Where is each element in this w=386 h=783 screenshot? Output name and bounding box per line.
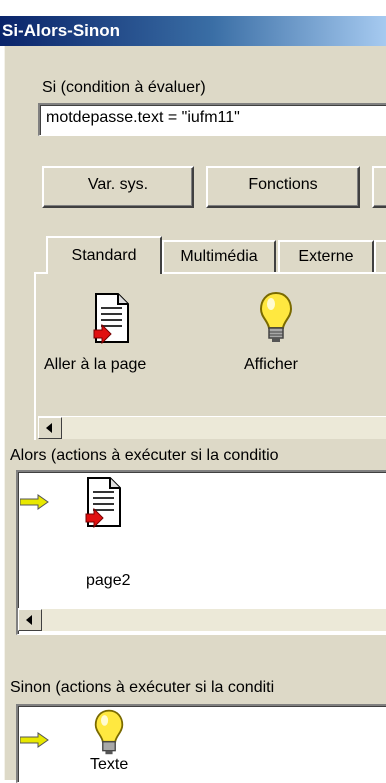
condition-label: Si (condition à évaluer) <box>42 79 206 96</box>
page-link-icon[interactable] <box>92 292 132 349</box>
palette-item-label: Aller à la page <box>44 356 147 373</box>
tab-more[interactable] <box>374 240 386 274</box>
page-link-icon[interactable] <box>84 476 124 533</box>
lightbulb-icon[interactable] <box>92 708 126 761</box>
tab-externe[interactable]: Externe <box>278 240 374 274</box>
yellow-arrow-icon <box>20 494 49 510</box>
scroll-left-arrow-icon[interactable] <box>18 609 42 631</box>
sinon-actions-list[interactable]: Texte <box>16 704 386 783</box>
alors-actions-list[interactable]: page2 <box>16 470 386 635</box>
palette-item-label: Afficher <box>244 356 298 373</box>
palette-scrollbar[interactable] <box>38 416 386 439</box>
title-bar[interactable]: Si-Alors-Sinon <box>0 16 386 46</box>
window-title: Si-Alors-Sinon <box>2 21 121 40</box>
fonctions-button[interactable]: Fonctions <box>206 166 360 208</box>
alors-label: Alors (actions à exécuter si la conditio <box>10 447 279 464</box>
action-label: Texte <box>90 756 129 773</box>
condition-input[interactable]: motdepasse.text = "iufm11" <box>38 103 386 136</box>
yellow-arrow-icon <box>20 732 49 748</box>
var-sys-button[interactable]: Var. sys. <box>42 166 194 208</box>
alors-scrollbar[interactable] <box>18 608 386 631</box>
more-button[interactable] <box>372 166 386 208</box>
lightbulb-icon[interactable] <box>258 290 294 349</box>
tab-standard[interactable]: Standard <box>46 236 162 274</box>
condition-text: motdepasse.text = "iufm11" <box>46 109 240 126</box>
action-label: page2 <box>86 572 131 589</box>
tab-multimedia[interactable]: Multimédia <box>162 240 276 274</box>
scroll-left-arrow-icon[interactable] <box>38 417 62 439</box>
sinon-label: Sinon (actions à exécuter si la conditi <box>10 679 275 696</box>
